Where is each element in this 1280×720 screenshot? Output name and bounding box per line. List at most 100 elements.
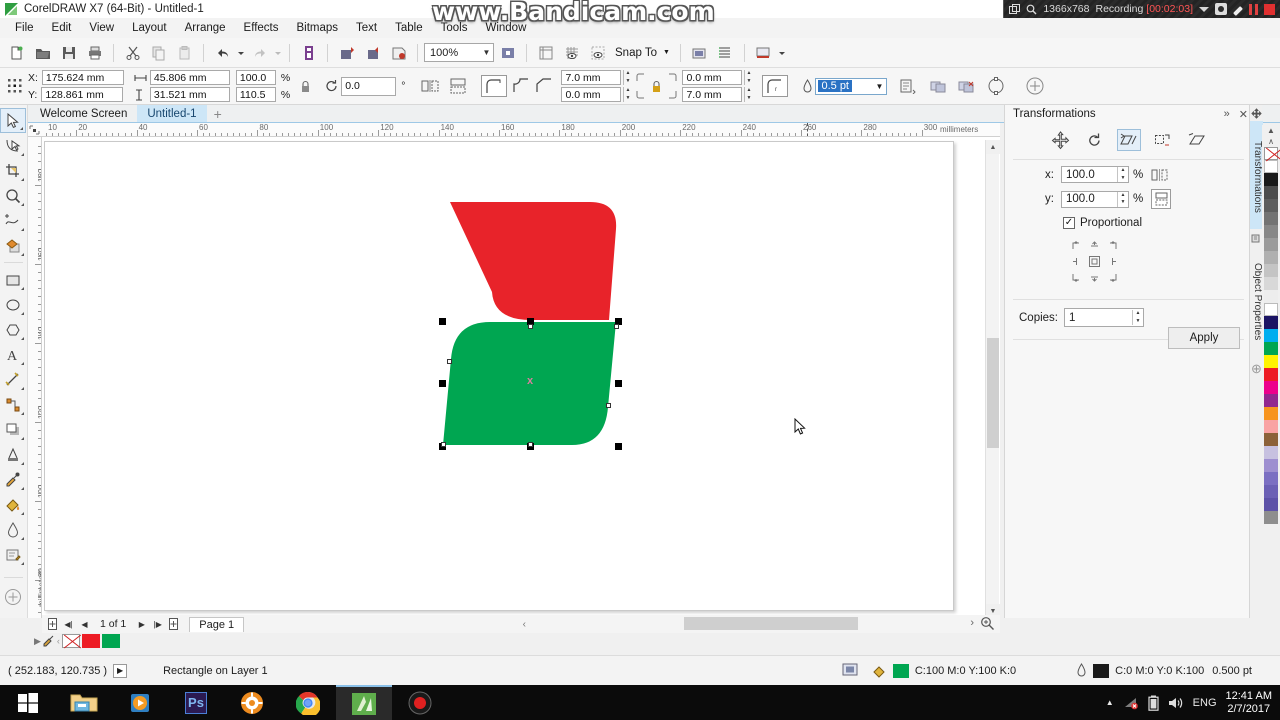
size-transform-icon[interactable] — [1151, 129, 1175, 151]
palette-color-swatch[interactable] — [1264, 316, 1278, 329]
palette-swatch-none[interactable] — [61, 634, 80, 648]
selection-handle-e[interactable] — [615, 380, 622, 387]
crop-tool-icon[interactable] — [0, 158, 26, 183]
palette-color-swatch[interactable] — [1264, 368, 1278, 381]
shape-tool-icon[interactable] — [0, 133, 26, 158]
scale-x-input[interactable]: 100.0 — [235, 70, 276, 85]
outline-width-combo[interactable]: 0.5 pt ▼ — [815, 77, 888, 95]
canvas-horizontal-scrollbar[interactable]: › — [532, 615, 1000, 633]
weld-icon[interactable] — [929, 78, 947, 94]
anchor-bottom-center[interactable] — [1085, 269, 1103, 285]
new-document-icon[interactable] — [4, 41, 29, 65]
rotation-angle-input[interactable]: 0.0 — [341, 76, 397, 96]
docker-scale-y-input[interactable]: 100.0 ▲ ▼ — [1061, 190, 1129, 208]
battery-icon[interactable] — [1148, 695, 1159, 711]
convert-to-curves-icon[interactable] — [987, 77, 1005, 95]
scroll-up-button[interactable]: ▲ — [986, 140, 1000, 154]
bandicam-recording-bar[interactable]: 1366x768 Recording [00:02:03] — [1003, 0, 1280, 18]
pause-icon[interactable] — [1249, 3, 1258, 15]
anchor-top-center[interactable] — [1085, 237, 1103, 253]
corner-radius-bottom-left-input[interactable]: 0.0 mm — [561, 87, 622, 102]
pick-tool-icon[interactable] — [0, 108, 26, 133]
apply-button[interactable]: Apply — [1168, 327, 1240, 349]
parallel-dimension-tool-icon[interactable] — [0, 367, 26, 392]
palette-color-swatch[interactable] — [1264, 420, 1278, 433]
export-for-web-icon[interactable] — [360, 41, 385, 65]
palette-color-swatch[interactable] — [1264, 407, 1278, 420]
object-origin-icon[interactable] — [4, 77, 26, 95]
redo-icon[interactable] — [247, 41, 272, 65]
save-icon[interactable] — [56, 41, 81, 65]
page-nav-collapse-icon[interactable]: ‹ — [523, 619, 526, 630]
coreldraw-button[interactable] — [336, 685, 392, 720]
palette-color-swatch[interactable] — [1264, 199, 1278, 212]
transparency-tool-icon[interactable] — [0, 442, 26, 467]
mirror-vertical-icon[interactable] — [1151, 189, 1172, 209]
zoom-one-shot-icon[interactable] — [980, 616, 995, 631]
add-page-after-icon[interactable] — [167, 617, 180, 631]
canvas-vertical-scrollbar[interactable]: ▲ ▼ — [985, 140, 1000, 618]
position-y-input[interactable]: 128.861 mm — [41, 87, 124, 102]
camera-icon[interactable] — [1215, 3, 1227, 15]
palette-swatch-red[interactable] — [81, 634, 100, 648]
palette-color-swatch[interactable] — [1264, 186, 1278, 199]
palette-color-swatch[interactable] — [1264, 160, 1278, 173]
trim-icon[interactable] — [957, 78, 975, 94]
transformations-tab-icon[interactable] — [1251, 108, 1262, 119]
clock[interactable]: 12:41 AM 2/7/2017 — [1226, 690, 1272, 716]
palette-color-swatch[interactable] — [1264, 238, 1278, 251]
chevron-down-icon[interactable]: ▼ — [872, 82, 886, 91]
palette-next-icon[interactable]: ▶ — [34, 636, 41, 647]
redo-dropdown-icon[interactable] — [273, 41, 283, 65]
ruler-origin-icon[interactable] — [28, 124, 42, 136]
node-handle-bottom[interactable] — [528, 442, 533, 447]
language-indicator[interactable]: ENG — [1193, 697, 1217, 709]
drop-shadow-tool-icon[interactable] — [0, 417, 26, 442]
chevron-down-icon[interactable]: ▼ — [480, 48, 493, 57]
palette-color-swatch[interactable] — [1264, 173, 1278, 186]
corner-radius-bottom-right-input[interactable]: 7.0 mm — [682, 87, 743, 102]
page-tab-page-1[interactable]: Page 1 — [189, 616, 245, 632]
node-handle-left[interactable] — [447, 359, 452, 364]
copy-icon[interactable] — [146, 41, 171, 65]
corner-br-spinner[interactable]: ▲ ▼ — [744, 87, 752, 102]
publish-pdf-icon[interactable] — [386, 41, 411, 65]
docker-close-button[interactable]: ✕ — [1239, 108, 1248, 121]
palette-color-swatch[interactable] — [1264, 433, 1278, 446]
skew-transform-icon[interactable] — [1185, 129, 1209, 151]
node-handle-top[interactable] — [528, 324, 533, 329]
quick-customize-icon[interactable] — [0, 584, 26, 609]
proportional-row[interactable]: ✓ Proportional — [1063, 217, 1252, 229]
palette-eyedropper-icon[interactable] — [43, 635, 55, 647]
menu-file[interactable]: File — [6, 20, 43, 36]
anchor-middle-left[interactable] — [1067, 253, 1085, 269]
menu-edit[interactable]: Edit — [43, 20, 81, 36]
previous-page-icon[interactable]: ◀ — [78, 617, 91, 631]
menu-bitmaps[interactable]: Bitmaps — [287, 20, 347, 36]
palette-color-swatch[interactable] — [1264, 498, 1278, 511]
docker-scale-x-spinner[interactable]: ▲ ▼ — [1117, 167, 1128, 182]
launcher-dropdown-icon[interactable] — [777, 41, 787, 65]
palette-color-swatch[interactable] — [1264, 472, 1278, 485]
anchor-top-left[interactable] — [1067, 237, 1085, 253]
proportional-checkbox[interactable]: ✓ — [1063, 217, 1075, 229]
corner-radius-top-right-input[interactable]: 0.0 mm — [682, 70, 743, 85]
selection-handle-w[interactable] — [439, 380, 446, 387]
anchor-bottom-right[interactable] — [1103, 269, 1121, 285]
caret-down-icon[interactable] — [1199, 6, 1209, 12]
show-grid-icon[interactable] — [559, 41, 584, 65]
copies-input[interactable]: 1 ▲ ▼ — [1064, 308, 1144, 327]
mirror-horizontal-icon[interactable] — [421, 78, 439, 94]
start-button[interactable] — [0, 685, 56, 720]
palette-color-swatch[interactable] — [1264, 394, 1278, 407]
palette-scroll-up2-icon[interactable]: ∧ — [1264, 136, 1278, 147]
launch-options-icon[interactable] — [1025, 76, 1045, 96]
fullscreen-preview-icon[interactable] — [495, 41, 520, 65]
settings-button[interactable] — [224, 685, 280, 720]
anchor-middle-right[interactable] — [1103, 253, 1121, 269]
show-hidden-icons-button[interactable]: ▲ — [1106, 698, 1114, 707]
ellipse-tool-icon[interactable] — [0, 292, 26, 317]
bandicam-button[interactable] — [392, 685, 448, 720]
menu-text[interactable]: Text — [347, 20, 386, 36]
red-parallelogram[interactable] — [450, 202, 617, 320]
